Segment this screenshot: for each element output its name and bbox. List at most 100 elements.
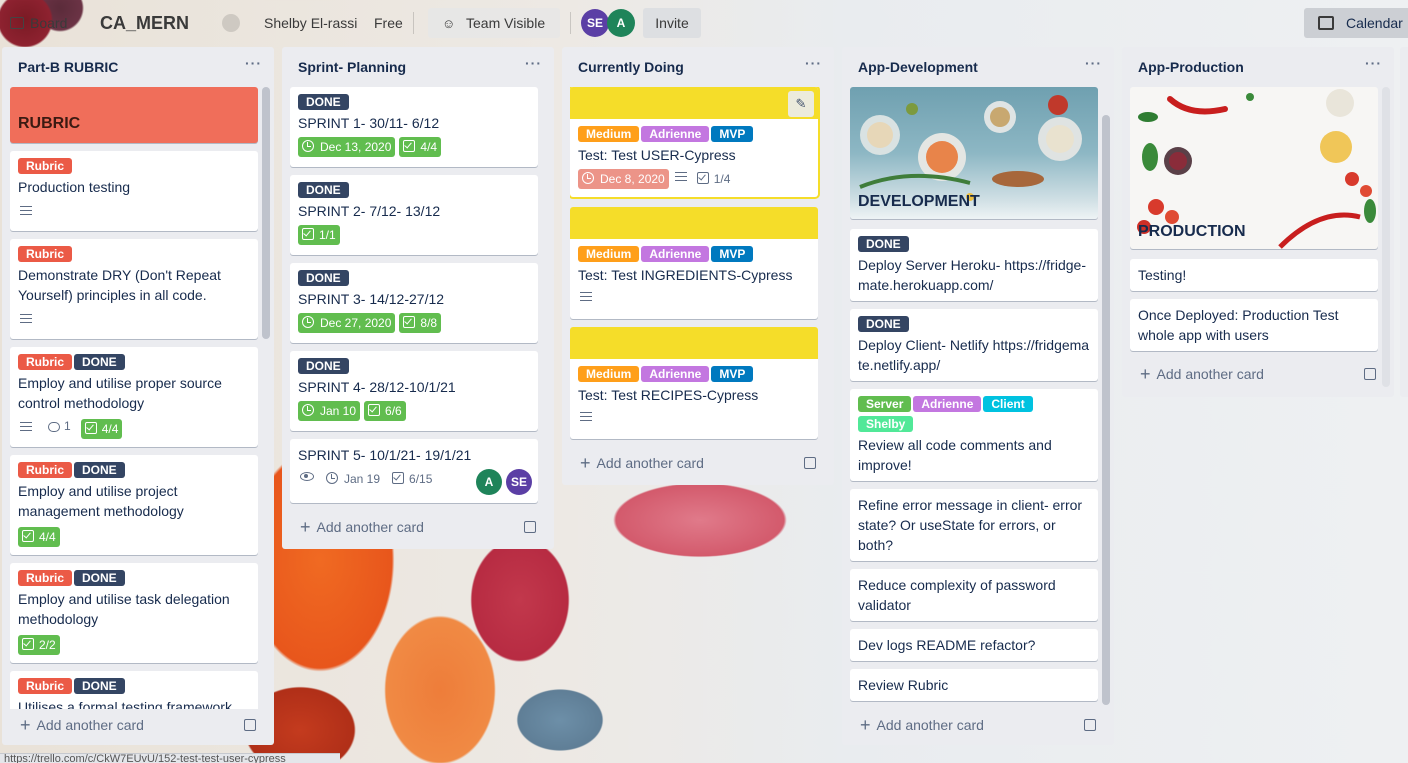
list-scrollbar[interactable] bbox=[1102, 115, 1110, 705]
card[interactable]: Medium Adrienne MVP Test: Test RECIPES-Cyp… bbox=[570, 327, 818, 439]
label-done[interactable]: DONE bbox=[298, 358, 349, 374]
label-rubric[interactable]: Rubric bbox=[18, 678, 73, 694]
label-done[interactable]: DONE bbox=[74, 354, 125, 370]
card[interactable]: Reduce complexity of password validator bbox=[850, 569, 1098, 621]
pencil-icon[interactable]: ✎ bbox=[788, 91, 814, 117]
production-cover-card[interactable]: PRODUCTION bbox=[1130, 87, 1378, 249]
card[interactable]: Rubric DONE Employ and utilise task deleg… bbox=[10, 563, 258, 663]
board-title[interactable]: CA_MERN bbox=[100, 8, 189, 38]
label-medium[interactable]: Medium bbox=[578, 126, 640, 142]
due-date-badge[interactable]: Dec 13, 2020 bbox=[298, 137, 396, 157]
card[interactable]: Refine error message in client- error st… bbox=[850, 489, 1098, 561]
calendar-button[interactable]: Calendar bbox=[1304, 8, 1408, 38]
card[interactable]: DONE Deploy Server Heroku- https://fridg… bbox=[850, 229, 1098, 301]
label-rubric[interactable]: Rubric bbox=[18, 462, 73, 478]
label-mvp[interactable]: MVP bbox=[711, 246, 754, 262]
star-icon[interactable] bbox=[222, 14, 240, 32]
list-scrollbar[interactable] bbox=[262, 87, 270, 339]
list-header[interactable]: App-Production ··· bbox=[1122, 47, 1394, 87]
label-client[interactable]: Client bbox=[983, 396, 1033, 412]
list-title[interactable]: Currently Doing bbox=[578, 59, 684, 75]
add-card-button[interactable]: + Add another card bbox=[10, 711, 258, 739]
more-icon[interactable]: ··· bbox=[1085, 55, 1102, 71]
more-icon[interactable]: ··· bbox=[525, 55, 542, 71]
workspace-name[interactable]: Shelby El-rassi bbox=[264, 8, 357, 38]
add-card-button[interactable]: + Add another card bbox=[850, 711, 1098, 739]
development-cover-card[interactable]: DEVELOPMENT bbox=[850, 87, 1098, 219]
label-medium[interactable]: Medium bbox=[578, 246, 640, 262]
more-icon[interactable]: ··· bbox=[245, 55, 262, 71]
member-avatar-se[interactable]: SE bbox=[581, 9, 609, 37]
label-done[interactable]: DONE bbox=[74, 678, 125, 694]
label-rubric[interactable]: Rubric bbox=[18, 158, 73, 174]
list-title[interactable]: Part-B RUBRIC bbox=[18, 59, 118, 75]
label-adrienne[interactable]: Adrienne bbox=[641, 126, 710, 142]
label-adrienne[interactable]: Adrienne bbox=[913, 396, 982, 412]
template-icon[interactable] bbox=[524, 521, 536, 533]
card[interactable]: Server Adrienne Client Shelby Review all c… bbox=[850, 389, 1098, 481]
due-date-badge[interactable]: Jan 10 bbox=[298, 401, 361, 421]
template-icon[interactable] bbox=[244, 719, 256, 731]
card[interactable]: Rubric DONE Utilises a formal testing fra… bbox=[10, 671, 258, 709]
label-medium[interactable]: Medium bbox=[578, 366, 640, 382]
template-icon[interactable] bbox=[1364, 368, 1376, 380]
add-card-button[interactable]: + Add another card bbox=[570, 449, 818, 477]
label-done[interactable]: DONE bbox=[74, 570, 125, 586]
card[interactable]: Rubric DONE Employ and utilise proper sou… bbox=[10, 347, 258, 447]
member-avatar-a[interactable]: A bbox=[476, 469, 502, 495]
label-rubric[interactable]: Rubric bbox=[18, 354, 73, 370]
more-icon[interactable]: ··· bbox=[805, 55, 822, 71]
list-title[interactable]: Sprint- Planning bbox=[298, 59, 406, 75]
list-title[interactable]: App-Development bbox=[858, 59, 978, 75]
card[interactable]: DONE SPRINT 1- 30/11- 6/12 Dec 13, 2020 4… bbox=[290, 87, 538, 167]
add-card-button[interactable]: + Add another card bbox=[1130, 360, 1378, 388]
list-scrollbar[interactable] bbox=[1382, 87, 1390, 387]
label-done[interactable]: DONE bbox=[298, 94, 349, 110]
card[interactable]: Rubric Production testing bbox=[10, 151, 258, 231]
label-shelby[interactable]: Shelby bbox=[858, 416, 914, 432]
label-rubric[interactable]: Rubric bbox=[18, 246, 73, 262]
card[interactable]: ✎ Medium Adrienne MVP Test: Test USER-Cypr… bbox=[570, 87, 818, 197]
card[interactable]: Medium Adrienne MVP Test: Test INGREDIENTS… bbox=[570, 207, 818, 319]
list-title[interactable]: App-Production bbox=[1138, 59, 1244, 75]
label-adrienne[interactable]: Adrienne bbox=[641, 246, 710, 262]
card[interactable]: Review Rubric bbox=[850, 669, 1098, 701]
label-done[interactable]: DONE bbox=[298, 182, 349, 198]
member-avatar-se[interactable]: SE bbox=[506, 469, 532, 495]
due-date-badge[interactable]: Jan 19 bbox=[322, 469, 384, 489]
template-icon[interactable] bbox=[1084, 719, 1096, 731]
card[interactable]: Dev logs README refactor? bbox=[850, 629, 1098, 661]
card[interactable]: Rubric Demonstrate DRY (Don't Repeat You… bbox=[10, 239, 258, 339]
label-done[interactable]: DONE bbox=[74, 462, 125, 478]
card[interactable]: Rubric DONE Employ and utilise project ma… bbox=[10, 455, 258, 555]
label-rubric[interactable]: Rubric bbox=[18, 570, 73, 586]
card[interactable]: DONE SPRINT 2- 7/12- 13/12 1/1 bbox=[290, 175, 538, 255]
list-header[interactable]: App-Development ··· bbox=[842, 47, 1114, 87]
member-avatar-a[interactable]: A bbox=[607, 9, 635, 37]
list-header[interactable]: Sprint- Planning ··· bbox=[282, 47, 554, 87]
label-mvp[interactable]: MVP bbox=[711, 126, 754, 142]
label-done[interactable]: DONE bbox=[298, 270, 349, 286]
card[interactable]: DONE Deploy Client- Netlify https://frid… bbox=[850, 309, 1098, 381]
card[interactable]: DONE SPRINT 3- 14/12-27/12 Dec 27, 2020 8… bbox=[290, 263, 538, 343]
label-mvp[interactable]: MVP bbox=[711, 366, 754, 382]
card[interactable]: Once Deployed: Production Test whole app… bbox=[1130, 299, 1378, 351]
list-header[interactable]: Part-B RUBRIC ··· bbox=[2, 47, 274, 87]
visibility-button[interactable]: ☺ Team Visible bbox=[428, 8, 560, 38]
board-menu-button[interactable]: Board bbox=[0, 8, 67, 38]
label-adrienne[interactable]: Adrienne bbox=[641, 366, 710, 382]
due-date-badge[interactable]: Dec 27, 2020 bbox=[298, 313, 396, 333]
card[interactable]: SPRINT 5- 10/1/21- 19/1/21 Jan 19 6/15 A … bbox=[290, 439, 538, 503]
list-header[interactable]: Currently Doing ··· bbox=[562, 47, 834, 87]
card[interactable]: Testing! bbox=[1130, 259, 1378, 291]
label-done[interactable]: DONE bbox=[858, 316, 909, 332]
label-server[interactable]: Server bbox=[858, 396, 912, 412]
label-done[interactable]: DONE bbox=[858, 236, 909, 252]
more-icon[interactable]: ··· bbox=[1365, 55, 1382, 71]
invite-button[interactable]: Invite bbox=[643, 8, 701, 38]
add-card-button[interactable]: + Add another card bbox=[290, 513, 538, 541]
card[interactable]: DONE SPRINT 4- 28/12-10/1/21 Jan 10 6/6 bbox=[290, 351, 538, 431]
template-icon[interactable] bbox=[804, 457, 816, 469]
due-date-badge[interactable]: Dec 8, 2020 bbox=[578, 169, 669, 189]
rubric-cover-card[interactable]: RUBRIC bbox=[10, 87, 258, 143]
